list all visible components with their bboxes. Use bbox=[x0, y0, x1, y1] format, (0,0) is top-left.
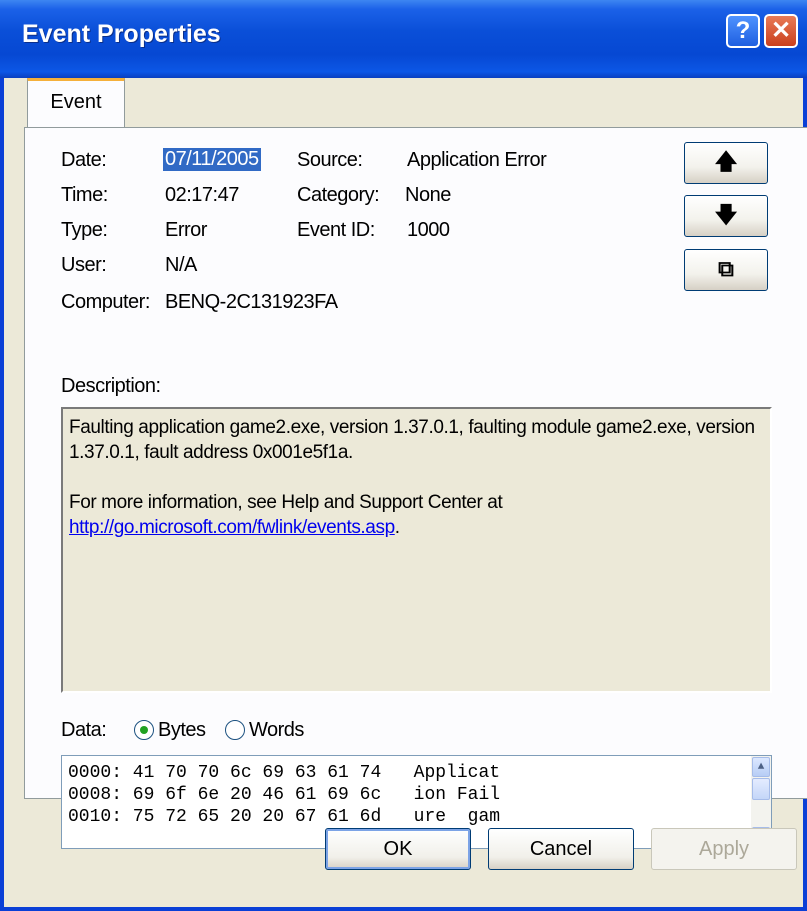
help-button[interactable]: ? bbox=[726, 14, 760, 48]
computer-label: Computer: bbox=[61, 291, 150, 313]
hex-row: 0008: 69 6f 6e 20 46 61 69 6c ion Fail bbox=[68, 785, 501, 805]
words-radio[interactable] bbox=[225, 720, 245, 740]
type-value: Error bbox=[165, 219, 207, 241]
tab-event[interactable]: Event bbox=[27, 78, 125, 128]
copy-icon: ⧉ bbox=[718, 256, 734, 281]
help-link[interactable]: http://go.microsoft.com/fwlink/events.as… bbox=[69, 517, 395, 538]
description-text-area[interactable]: Faulting application game2.exe, version … bbox=[61, 407, 772, 693]
description-help-line: For more information, see Help and Suppo… bbox=[69, 490, 764, 540]
close-icon: ✕ bbox=[770, 17, 792, 44]
category-label: Category: bbox=[297, 184, 380, 206]
date-label: Date: bbox=[61, 149, 107, 171]
words-radio-label[interactable]: Words bbox=[249, 719, 304, 742]
hex-row: 0010: 75 72 65 20 20 67 61 6d ure gam bbox=[68, 807, 501, 827]
previous-event-button[interactable]: 🡅 bbox=[684, 142, 768, 184]
event-tab-panel: Date: 07/11/2005 Time: 02:17:47 Type: Er… bbox=[24, 127, 807, 849]
data-label: Data: bbox=[61, 719, 107, 741]
scroll-up-icon[interactable]: ▲ bbox=[752, 757, 770, 777]
bytes-radio-label[interactable]: Bytes bbox=[158, 719, 206, 742]
source-label: Source: bbox=[297, 149, 363, 171]
window-title: Event Properties bbox=[22, 20, 221, 48]
event-properties-dialog: Event Properties ? ✕ Event Date: 07/11/2… bbox=[0, 0, 807, 911]
event-id-label: Event ID: bbox=[297, 219, 375, 241]
apply-button[interactable]: Apply bbox=[651, 828, 797, 870]
arrow-up-icon: 🡅 bbox=[714, 149, 738, 174]
description-label: Description: bbox=[61, 375, 161, 397]
date-value[interactable]: 07/11/2005 bbox=[163, 148, 261, 171]
arrow-down-icon: 🡇 bbox=[714, 202, 738, 227]
dialog-client-area: Event Date: 07/11/2005 Time: 02:17:47 Ty… bbox=[4, 78, 807, 907]
title-bar[interactable]: Event Properties ? ✕ bbox=[0, 0, 807, 78]
computer-value: BENQ-2C131923FA bbox=[165, 291, 338, 313]
copy-button[interactable]: ⧉ bbox=[684, 249, 768, 291]
next-event-button[interactable]: 🡇 bbox=[684, 195, 768, 237]
time-value: 02:17:47 bbox=[165, 184, 239, 206]
description-text: Faulting application game2.exe, version … bbox=[69, 417, 755, 463]
help-icon: ? bbox=[735, 17, 751, 44]
cancel-button[interactable]: Cancel bbox=[488, 828, 634, 870]
bytes-radio[interactable] bbox=[134, 720, 154, 740]
type-label: Type: bbox=[61, 219, 108, 241]
close-button[interactable]: ✕ bbox=[764, 14, 798, 48]
scroll-thumb[interactable] bbox=[752, 778, 770, 800]
hex-row: 0000: 41 70 70 6c 69 63 61 74 Applicat bbox=[68, 763, 501, 783]
description-help-text: For more information, see Help and Suppo… bbox=[69, 492, 503, 513]
user-label: User: bbox=[61, 254, 107, 276]
category-value: None bbox=[405, 184, 451, 206]
link-suffix: . bbox=[394, 517, 400, 538]
ok-button[interactable]: OK bbox=[325, 828, 471, 870]
source-value: Application Error bbox=[407, 149, 547, 171]
event-id-value: 1000 bbox=[407, 219, 450, 241]
user-value: N/A bbox=[165, 254, 197, 276]
time-label: Time: bbox=[61, 184, 108, 206]
